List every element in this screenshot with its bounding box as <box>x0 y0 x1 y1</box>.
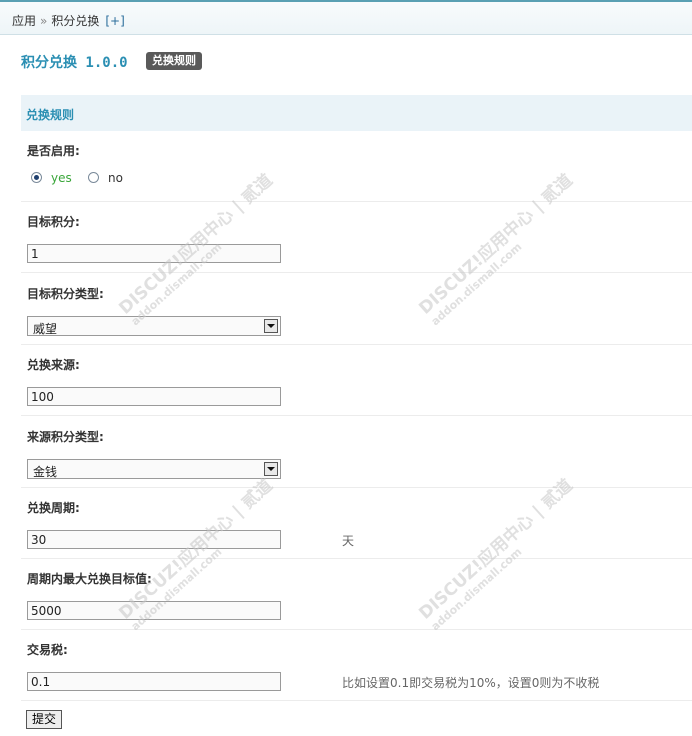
section-header: 兑换规则 <box>21 95 692 131</box>
target-credit-type-select[interactable]: 威望 <box>27 316 281 336</box>
source-credit-type-label: 来源积分类型: <box>27 430 104 444</box>
row-divider <box>21 558 692 559</box>
watermark-url: addon.dismall.com <box>428 240 525 329</box>
tax-input[interactable] <box>27 672 281 691</box>
row-divider <box>21 272 692 273</box>
section-title: 兑换规则 <box>26 108 75 122</box>
breadcrumb-bar: 应用 » 积分兑换 [+] <box>0 0 692 35</box>
exchange-period-unit: 天 <box>342 534 355 548</box>
add-shortcut-link[interactable]: [+] <box>105 14 124 28</box>
max-per-period-label: 周期内最大兑换目标值: <box>27 572 152 586</box>
target-credit-type-label: 目标积分类型: <box>27 287 104 301</box>
breadcrumb-current[interactable]: 积分兑换 <box>51 14 99 28</box>
chevron-down-icon[interactable] <box>264 319 278 333</box>
target-credit-type-value: 威望 <box>33 322 58 336</box>
watermark: DISCUZ!应用中心 | 贰道 addon.dismall.com <box>412 472 585 633</box>
row-divider <box>21 629 692 630</box>
submit-button[interactable]: 提交 <box>26 710 62 729</box>
watermark-url: addon.dismall.com <box>428 545 525 634</box>
max-per-period-input[interactable] <box>27 601 281 620</box>
target-credit-label: 目标积分: <box>27 215 80 229</box>
tax-label: 交易税: <box>27 643 68 657</box>
enabled-label: 是否启用: <box>27 144 80 158</box>
enabled-no-label[interactable]: no <box>108 171 123 185</box>
exchange-period-label: 兑换周期: <box>27 501 80 515</box>
page-title: 积分兑换 1.0.0 <box>21 55 128 71</box>
watermark: DISCUZ!应用中心 | 贰道 addon.dismall.com <box>412 167 585 328</box>
source-credit-type-select[interactable]: 金钱 <box>27 459 281 479</box>
enabled-yes-radio[interactable] <box>31 172 42 183</box>
breadcrumb: 应用 » 积分兑换 [+] <box>12 12 125 29</box>
exchange-source-input[interactable] <box>27 387 281 406</box>
chevron-down-icon[interactable] <box>264 462 278 476</box>
breadcrumb-root[interactable]: 应用 <box>12 14 36 28</box>
row-divider <box>21 344 692 345</box>
breadcrumb-separator: » <box>40 14 48 28</box>
row-divider <box>21 201 692 202</box>
enabled-no-radio[interactable] <box>88 172 99 183</box>
exchange-period-input[interactable] <box>27 530 281 549</box>
watermark-brand: DISCUZ!应用中心 | 贰道 <box>415 170 577 319</box>
row-divider <box>21 700 692 701</box>
enabled-yes-label[interactable]: yes <box>51 171 72 185</box>
row-divider <box>21 487 692 488</box>
tax-hint: 比如设置0.1即交易税为10%，设置0则为不收税 <box>342 676 600 690</box>
row-divider <box>21 415 692 416</box>
tab-exchange-rules[interactable]: 兑换规则 <box>146 52 202 70</box>
target-credit-input[interactable] <box>27 244 281 263</box>
watermark-brand: DISCUZ!应用中心 | 贰道 <box>415 475 577 624</box>
exchange-source-label: 兑换来源: <box>27 358 80 372</box>
source-credit-type-value: 金钱 <box>33 465 58 479</box>
